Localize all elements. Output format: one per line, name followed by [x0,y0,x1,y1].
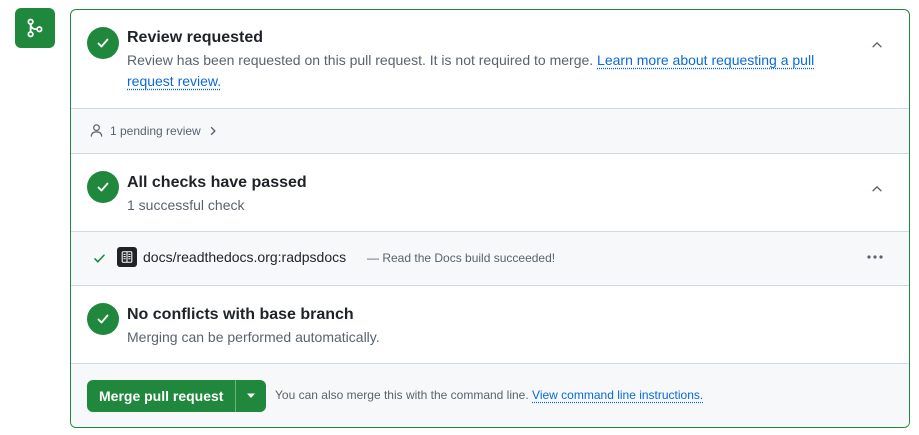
merge-pull-request-button[interactable]: Merge pull request [87,380,236,412]
conflicts-title: No conflicts with base branch [127,306,354,323]
collapse-review-button[interactable] [865,33,889,57]
pending-review-toggle[interactable]: 1 pending review [89,123,219,138]
checks-title: All checks have passed [127,174,307,191]
command-line-note: You can also merge this with the command… [275,388,704,402]
chevron-up-icon [872,186,882,192]
collapse-checks-button[interactable] [865,177,889,201]
check-name-link[interactable]: docs/readthedocs.org:radpsdocs [143,249,346,265]
merge-button-group: Merge pull request [87,380,267,412]
merge-method-dropdown-button[interactable] [235,380,267,412]
check-icon [87,27,119,59]
merge-footer: Merge pull request You can also merge th… [71,363,909,427]
conflicts-description: Merging can be performed automatically. [127,329,380,345]
check-icon [87,171,119,203]
review-title: Review requested [127,29,264,46]
check-options-button[interactable] [861,245,889,269]
triangle-down-icon [247,393,256,398]
conflicts-section: No conflicts with base branch Merging ca… [71,285,909,363]
check-item-row: docs/readthedocs.org:radpsdocs — Read th… [71,231,909,285]
review-description: Review has been requested on this pull r… [127,52,815,89]
command-line-instructions-link[interactable]: View command line instructions. [532,388,703,402]
git-merge-icon [15,8,55,48]
checks-section: All checks have passed 1 successful chec… [71,153,909,231]
check-status-text: — Read the Docs build succeeded! [367,251,556,265]
merge-status-panel: Review requested Review has been request… [70,9,910,428]
pending-review-row: 1 pending review [71,108,909,153]
kebab-horizontal-icon [867,255,883,259]
check-icon [87,303,119,335]
review-requested-section: Review requested Review has been request… [71,10,909,108]
chevron-up-icon [872,42,882,48]
pending-review-label: 1 pending review [110,123,201,138]
readthedocs-logo [117,247,137,267]
person-icon [90,124,103,137]
chevron-right-icon [210,126,216,135]
check-icon [93,252,106,270]
checks-summary: 1 successful check [127,197,245,213]
